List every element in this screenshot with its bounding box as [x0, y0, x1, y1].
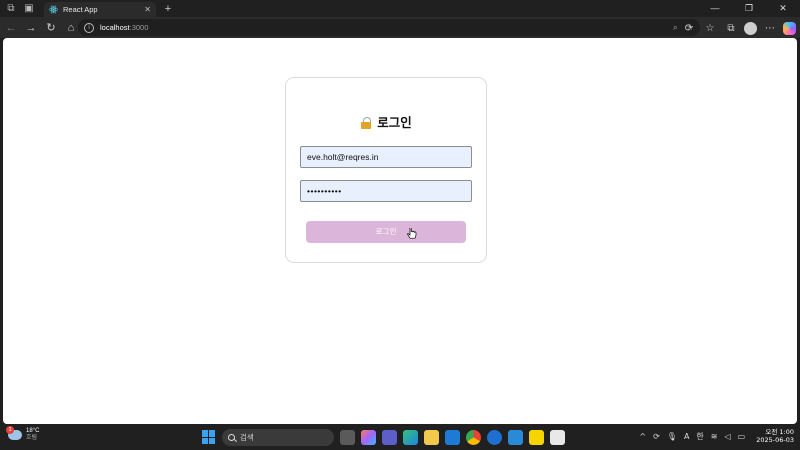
- favorites-icon[interactable]: ☆: [702, 20, 718, 36]
- password-field[interactable]: [300, 180, 472, 202]
- weather-widget[interactable]: 1 18°C 흐림: [6, 426, 40, 442]
- workspaces-icon[interactable]: ⧉: [4, 2, 18, 16]
- close-window-icon[interactable]: ✕: [766, 0, 800, 17]
- toolbar-right: ⟳ ☆ ⧉ ⋯: [681, 18, 796, 38]
- forward-icon[interactable]: →: [22, 19, 40, 37]
- file-explorer-icon[interactable]: [424, 429, 439, 445]
- copilot-icon[interactable]: [783, 21, 796, 35]
- minimize-icon[interactable]: —: [698, 0, 732, 17]
- address-url[interactable]: localhost:3000: [100, 23, 665, 32]
- page-viewport: 로그인 로그인: [3, 38, 797, 424]
- email-field[interactable]: [300, 146, 472, 168]
- site-info-icon[interactable]: i: [84, 22, 94, 33]
- weather-temp: 18°C: [26, 428, 40, 434]
- react-logo-icon: [49, 5, 58, 14]
- refresh-icon[interactable]: ↻: [42, 19, 60, 37]
- more-menu-icon[interactable]: ⋯: [762, 20, 778, 36]
- show-hidden-icons-icon[interactable]: ^: [639, 432, 646, 441]
- clock-time: 오전 1:00: [765, 428, 794, 436]
- login-card: 로그인 로그인: [285, 77, 487, 263]
- login-button[interactable]: 로그인: [306, 221, 466, 243]
- hand-pointer-icon: [407, 228, 417, 239]
- search-label: 검색: [240, 432, 254, 442]
- tab-actions-icon[interactable]: ▣: [22, 2, 36, 16]
- search-icon: [228, 433, 235, 441]
- edge-icon[interactable]: [403, 429, 418, 445]
- cloud-icon: 1: [6, 426, 22, 440]
- weather-condition: 흐림: [26, 435, 38, 441]
- battery-icon[interactable]: ▭: [738, 432, 746, 441]
- new-tab-icon[interactable]: +: [162, 3, 174, 15]
- copilot-app-icon[interactable]: [361, 429, 376, 445]
- clock-date: 2025-06-03: [756, 436, 794, 444]
- url-host: localhost: [100, 23, 130, 32]
- tab-title: React App: [63, 5, 98, 14]
- taskbar-search[interactable]: 검색: [222, 428, 334, 446]
- volume-icon[interactable]: ◁: [725, 432, 731, 441]
- taskbar-apps: 검색: [202, 428, 565, 446]
- ime-language[interactable]: 한: [696, 431, 703, 442]
- start-button[interactable]: [202, 430, 216, 444]
- collections-icon[interactable]: ⧉: [723, 20, 739, 36]
- back-icon[interactable]: ←: [2, 19, 20, 37]
- extensions-icon[interactable]: ⟳: [681, 20, 697, 36]
- profile-avatar[interactable]: [744, 21, 757, 35]
- vscode-icon[interactable]: [508, 429, 523, 445]
- snipping-tool-icon[interactable]: [550, 429, 565, 445]
- tab-bar: ⧉ ▣ React App ✕ + — ❐ ✕: [0, 0, 800, 17]
- kakaotalk-icon[interactable]: [529, 429, 544, 445]
- wifi-icon[interactable]: ≋: [711, 432, 718, 441]
- teams-icon[interactable]: [382, 429, 397, 445]
- login-heading-text: 로그인: [377, 115, 412, 130]
- address-bar[interactable]: i localhost:3000 ⌕ ☆: [78, 19, 700, 36]
- browser-toolbar: ← → ↻ ⌂ i localhost:3000 ⌕ ☆: [0, 17, 800, 38]
- task-view-icon[interactable]: [340, 429, 355, 445]
- sync-icon[interactable]: ⟳: [653, 432, 660, 441]
- windows-taskbar: 1 18°C 흐림 검색 ^ ⟳ 🎙 A 한 ≋ ◁ ▭ 오전 1:00 202…: [0, 424, 800, 450]
- app-icon-blue[interactable]: [487, 429, 502, 445]
- url-port: :3000: [129, 23, 149, 32]
- close-tab-icon[interactable]: ✕: [144, 5, 151, 14]
- microphone-icon[interactable]: 🎙: [667, 432, 677, 441]
- clock[interactable]: 오전 1:00 2025-06-03: [756, 428, 794, 444]
- lock-icon: [360, 117, 372, 129]
- login-heading: 로그인: [286, 112, 486, 131]
- outlook-icon[interactable]: [445, 429, 460, 445]
- weather-badge: 1: [6, 426, 14, 434]
- tab-react-app[interactable]: React App ✕: [44, 2, 156, 17]
- chrome-icon[interactable]: [466, 429, 481, 445]
- maximize-icon[interactable]: ❐: [732, 0, 766, 17]
- window-controls: — ❐ ✕: [698, 0, 800, 17]
- ime-mode[interactable]: A: [684, 432, 689, 441]
- system-tray: ^ ⟳ 🎙 A 한 ≋ ◁ ▭ 오전 1:00 2025-06-03: [639, 428, 794, 444]
- read-aloud-icon[interactable]: ⌕: [673, 22, 678, 33]
